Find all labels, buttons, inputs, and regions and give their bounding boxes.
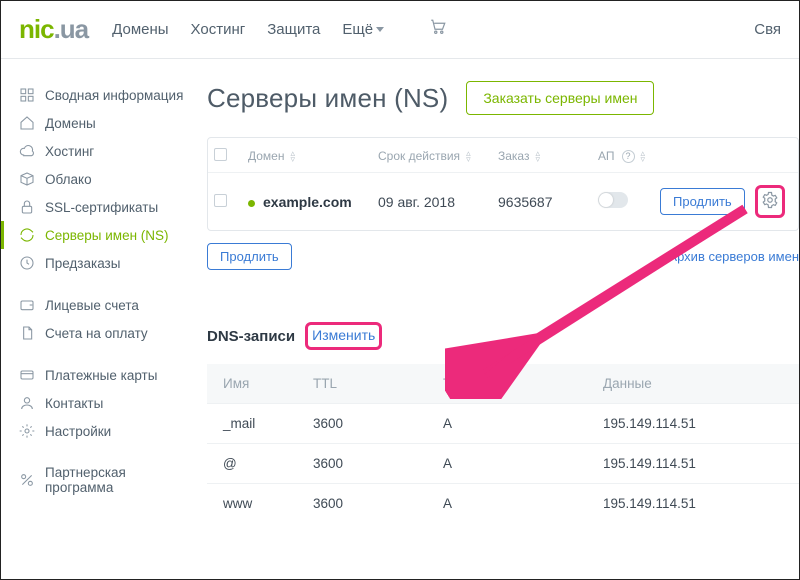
col-order[interactable]: Заказ▵▿ [498,149,598,163]
sidebar-item-label: SSL-сертификаты [45,200,158,215]
main: Серверы имен (NS) Заказать серверы имен … [185,59,799,523]
dns-name: _mail [223,416,313,431]
dns-row: www 3600 A 195.149.114.51 [207,483,799,523]
sidebar-item-cloud[interactable]: Хостинг [19,137,185,165]
sidebar-item-label: Платежные карты [45,368,157,383]
dns-data: 195.149.114.51 [603,456,783,471]
topbar: nic.ua Домены Хостинг Защита Ещё Свя [1,1,799,59]
archive-link[interactable]: Архив серверов имен [668,249,799,264]
col-expiry[interactable]: Срок действия▵▿ [378,149,498,163]
sidebar-item-lock[interactable]: SSL-сертификаты [19,193,185,221]
card-icon [19,367,35,383]
sidebar-item-label: Партнерская программа [45,465,185,495]
sidebar-item-label: Лицевые счета [45,298,139,313]
chevron-down-icon [376,27,384,32]
dns-row: @ 3600 A 195.149.114.51 [207,443,799,483]
dns-col-name: Имя [223,376,313,391]
col-domain[interactable]: Домен▵▿ [248,149,378,163]
lock-icon [19,199,35,215]
dns-head: Имя TTL Тип Данные [207,364,799,403]
sidebar-item-home[interactable]: Домены [19,109,185,137]
nav-domains[interactable]: Домены [112,21,168,38]
dns-ttl: 3600 [313,456,443,471]
sidebar-item-refresh[interactable]: Серверы имен (NS) [19,221,185,249]
sidebar-item-label: Облако [45,172,92,187]
sidebar-item-dashboard[interactable]: Сводная информация [19,81,185,109]
dns-ttl: 3600 [313,416,443,431]
dns-table: Имя TTL Тип Данные _mail 3600 A 195.149.… [207,364,799,523]
top-right-link[interactable]: Свя [754,21,781,38]
sidebar-item-label: Серверы имен (NS) [45,228,169,243]
cloud-icon [19,143,35,159]
dns-row: _mail 3600 A 195.149.114.51 [207,403,799,443]
dns-ttl: 3600 [313,496,443,511]
sidebar-item-label: Счета на оплату [45,326,148,341]
help-icon[interactable]: ? [622,150,635,163]
renew-button[interactable]: Продлить [660,188,745,215]
dns-type: A [443,456,603,471]
sidebar-item-doc[interactable]: Счета на оплату [19,319,185,347]
sidebar-item-percent[interactable]: Партнерская программа [19,459,185,501]
nav-more[interactable]: Ещё [342,21,384,38]
dns-type: A [443,496,603,511]
wallet-icon [19,297,35,313]
sidebar-item-user[interactable]: Контакты [19,389,185,417]
highlight-edit: Изменить [305,322,382,350]
home-icon [19,115,35,131]
select-all-checkbox[interactable] [214,148,227,161]
sidebar-item-label: Контакты [45,396,103,411]
col-ap: АП?▵▿ [598,149,660,163]
sidebar-item-label: Настройки [45,424,111,439]
sidebar-item-clock[interactable]: Предзаказы [19,249,185,277]
ns-row: example.com 09 авг. 2018 9635687 Продлит… [208,172,798,230]
sidebar-item-box[interactable]: Облако [19,165,185,193]
dashboard-icon [19,87,35,103]
sidebar-item-card[interactable]: Платежные карты [19,361,185,389]
top-nav: Домены Хостинг Защита Ещё [112,18,448,41]
clock-icon [19,255,35,271]
status-dot-icon [248,200,255,207]
autorenew-toggle[interactable] [598,192,628,208]
highlight-settings [755,185,785,218]
dns-col-data: Данные [603,376,783,391]
row-checkbox[interactable] [214,194,227,207]
expiry-value: 09 авг. 2018 [378,194,498,210]
nav-security[interactable]: Защита [267,21,320,38]
ns-table: Домен▵▿ Срок действия▵▿ Заказ▵▿ АП?▵▿ ex… [207,137,799,231]
dns-name: www [223,496,313,511]
page-title: Серверы имен (NS) [207,83,448,114]
gear-icon [19,423,35,439]
doc-icon [19,325,35,341]
order-ns-button[interactable]: Заказать серверы имен [466,81,654,115]
sidebar: Сводная информация Домены Хостинг Облако… [1,59,185,523]
box-icon [19,171,35,187]
user-icon [19,395,35,411]
dns-col-type: Тип [443,376,603,391]
sidebar-item-label: Домены [45,116,96,131]
sidebar-item-label: Хостинг [45,144,94,159]
percent-icon [19,472,35,488]
order-value: 9635687 [498,194,598,210]
domain-name: example.com [263,194,352,210]
ns-table-head: Домен▵▿ Срок действия▵▿ Заказ▵▿ АП?▵▿ [208,138,798,172]
sidebar-item-label: Сводная информация [45,88,183,103]
renew-bulk-button[interactable]: Продлить [207,243,292,270]
sidebar-item-wallet[interactable]: Лицевые счета [19,291,185,319]
dns-data: 195.149.114.51 [603,416,783,431]
dns-section-title: DNS-записи [207,328,295,345]
dns-name: @ [223,456,313,471]
cart-icon[interactable] [428,18,448,41]
dns-col-ttl: TTL [313,376,443,391]
sidebar-item-gear[interactable]: Настройки [19,417,185,445]
logo[interactable]: nic.ua [19,14,88,45]
sidebar-item-label: Предзаказы [45,256,120,271]
edit-dns-link[interactable]: Изменить [312,327,375,343]
dns-data: 195.149.114.51 [603,496,783,511]
gear-icon[interactable] [761,191,779,209]
dns-type: A [443,416,603,431]
refresh-icon [19,227,35,243]
nav-hosting[interactable]: Хостинг [191,21,246,38]
